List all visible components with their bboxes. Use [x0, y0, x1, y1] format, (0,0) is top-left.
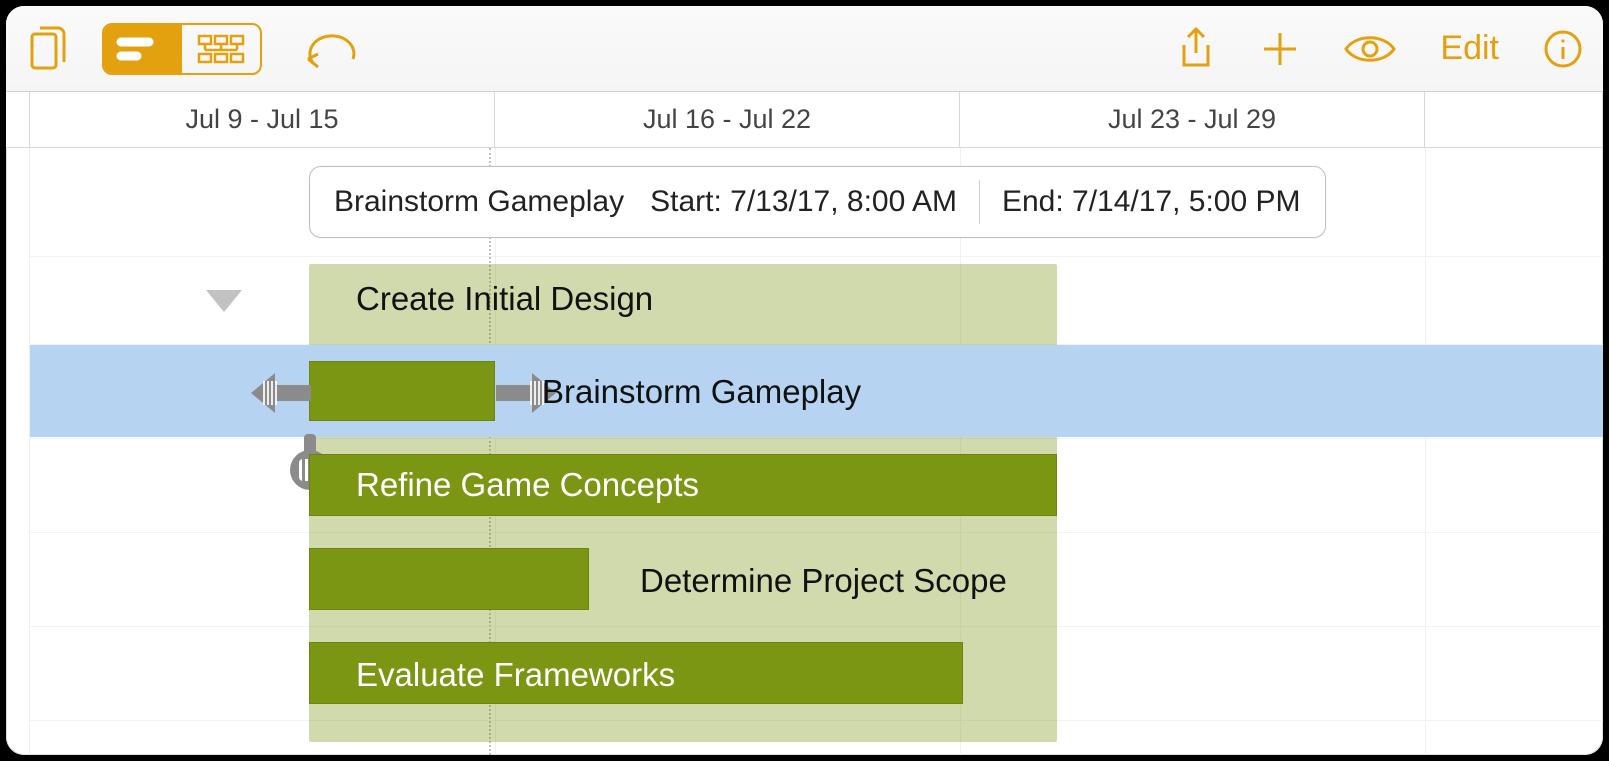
- documents-icon[interactable]: [26, 21, 72, 77]
- week-col-3: Jul 23 - Jul 29: [960, 92, 1425, 147]
- view-mode-toggle[interactable]: [102, 23, 262, 75]
- task-tooltip: Brainstorm Gameplay Start: 7/13/17, 8:00…: [309, 166, 1326, 238]
- app-window: Edit Jul 9 - Jul 15 Jul 16 - Jul 22 Jul …: [6, 6, 1603, 755]
- undo-icon[interactable]: [302, 21, 362, 77]
- resize-handle-left[interactable]: [255, 363, 311, 419]
- timeline-header: Jul 9 - Jul 15 Jul 16 - Jul 22 Jul 23 - …: [6, 92, 1603, 148]
- task-label-frameworks: Evaluate Frameworks: [356, 656, 675, 694]
- edit-button[interactable]: Edit: [1440, 29, 1499, 68]
- task-label-scope: Determine Project Scope: [640, 562, 1007, 600]
- task-label-refine: Refine Game Concepts: [356, 466, 699, 504]
- week-col-1: Jul 9 - Jul 15: [30, 92, 495, 147]
- tooltip-start: Start: 7/13/17, 8:00 AM: [650, 185, 957, 219]
- task-bar-scope[interactable]: [309, 548, 589, 610]
- disclosure-icon[interactable]: [206, 290, 242, 312]
- group-title[interactable]: Create Initial Design: [356, 280, 653, 318]
- toolbar: Edit: [6, 6, 1603, 92]
- tooltip-task-name: Brainstorm Gameplay: [334, 185, 624, 219]
- tooltip-end: End: 7/14/17, 5:00 PM: [1002, 185, 1301, 219]
- view-mode-outline[interactable]: [182, 25, 260, 73]
- gantt-chart[interactable]: Brainstorm Gameplay Start: 7/13/17, 8:00…: [6, 148, 1603, 755]
- view-mode-gantt[interactable]: [104, 25, 182, 73]
- add-icon[interactable]: [1260, 29, 1300, 69]
- share-icon[interactable]: [1176, 25, 1216, 73]
- info-icon[interactable]: [1543, 29, 1583, 69]
- task-bar-brainstorm[interactable]: [309, 361, 495, 421]
- eye-icon[interactable]: [1344, 32, 1396, 66]
- week-col-2: Jul 16 - Jul 22: [495, 92, 960, 147]
- task-label-brainstorm: Brainstorm Gameplay: [542, 373, 861, 411]
